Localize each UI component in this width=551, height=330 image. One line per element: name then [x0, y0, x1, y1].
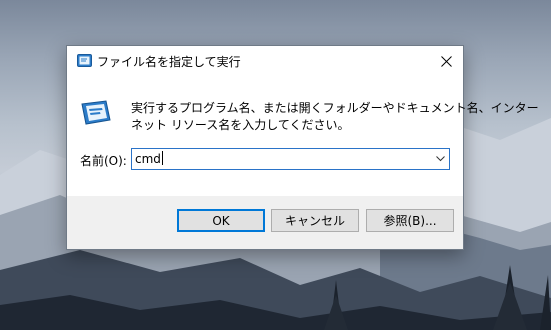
- text-caret: [161, 151, 163, 165]
- command-input-value: cmd: [135, 152, 161, 166]
- command-input[interactable]: cmd: [135, 151, 163, 166]
- run-icon: [77, 54, 92, 67]
- cancel-button[interactable]: キャンセル: [271, 209, 359, 232]
- dialog-body: 実行するプログラム名、または開くフォルダーやドキュメント名、インター ネット リ…: [67, 76, 539, 196]
- combobox-dropdown-button[interactable]: [431, 149, 449, 169]
- chevron-down-icon: [435, 156, 445, 162]
- run-program-icon: [81, 100, 111, 125]
- description-text: 実行するプログラム名、または開くフォルダーやドキュメント名、インター ネット リ…: [131, 100, 539, 134]
- dialog-footer: OK キャンセル 参照(B)...: [67, 196, 463, 249]
- title-bar: ファイル名を指定して実行: [67, 46, 463, 76]
- open-label: 名前(O):: [80, 154, 127, 168]
- close-button[interactable]: [429, 46, 463, 76]
- description-line-2: ネット リソース名を入力してください。: [131, 118, 350, 132]
- browse-button[interactable]: 参照(B)...: [366, 209, 454, 232]
- close-icon: [440, 55, 452, 67]
- ok-button[interactable]: OK: [177, 209, 265, 232]
- run-dialog: ファイル名を指定して実行 実行するプログラム名、または開くフォルダーやドキュメン…: [66, 45, 539, 250]
- description-line-1: 実行するプログラム名、または開くフォルダーやドキュメント名、インター: [131, 101, 539, 115]
- window-title: ファイル名を指定して実行: [97, 55, 241, 69]
- command-combobox[interactable]: cmd: [131, 148, 450, 170]
